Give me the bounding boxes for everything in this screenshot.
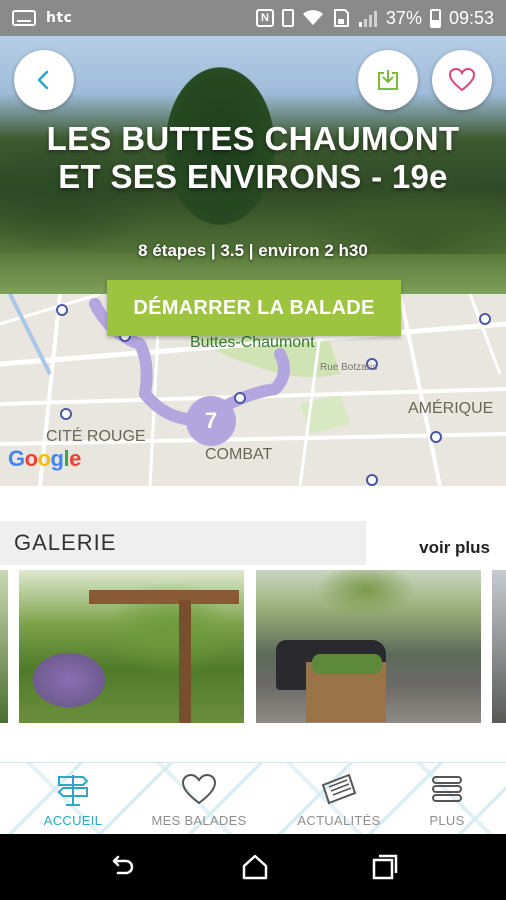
- gallery-photo[interactable]: [19, 570, 244, 723]
- recents-icon[interactable]: [370, 852, 400, 882]
- gallery-title: GALERIE: [0, 521, 366, 565]
- keyboard-icon: [12, 10, 36, 26]
- map-label-amerique: AMÉRIQUE: [408, 400, 494, 417]
- favorite-button[interactable]: [432, 50, 492, 110]
- hero-image: LES BUTTES CHAUMONT ET SES ENVIRONS - 19…: [0, 36, 506, 294]
- chevron-left-icon: [37, 70, 49, 90]
- heart-icon: [448, 67, 476, 92]
- sd-icon: [333, 9, 349, 27]
- back-button[interactable]: [14, 50, 74, 110]
- wifi-icon: [302, 10, 323, 25]
- signpost-icon: [57, 775, 89, 806]
- download-button[interactable]: [358, 50, 418, 110]
- nav-label: MES BALADES: [151, 813, 247, 828]
- download-icon: [378, 70, 398, 90]
- map-label-park: Buttes-Chaumont: [190, 334, 315, 351]
- nav-label: ACTUALITÉS: [297, 813, 381, 828]
- map-label-combat: COMBAT: [205, 446, 273, 463]
- gallery-photo[interactable]: [256, 570, 481, 723]
- carrier-name: htc: [46, 10, 73, 26]
- page-title: LES BUTTES CHAUMONT ET SES ENVIRONS - 19…: [0, 120, 506, 196]
- map-label-cite-rouge: CITÉ ROUGE: [46, 428, 146, 445]
- map-label-street: Rue Botzaris: [320, 362, 378, 373]
- home-icon[interactable]: [240, 852, 270, 882]
- start-walk-button[interactable]: DÉMARRER LA BALADE: [107, 280, 401, 336]
- system-navigation-bar: [0, 834, 506, 900]
- vibrate-icon: [281, 9, 294, 27]
- nav-item-mes-balades[interactable]: MES BALADES: [136, 763, 262, 835]
- walk-meta: 8 étapes | 3.5 | environ 2 h30: [138, 241, 368, 260]
- signal-icon: [358, 11, 377, 27]
- newspaper-icon: [321, 773, 357, 805]
- nav-item-plus[interactable]: PLUS: [384, 763, 506, 835]
- google-logo: Google: [8, 446, 81, 471]
- nav-item-accueil[interactable]: ACCUEIL: [10, 763, 136, 835]
- battery-percent: 37%: [385, 7, 422, 28]
- gallery-photo[interactable]: [0, 570, 8, 723]
- route-step-marker[interactable]: 7: [186, 396, 236, 446]
- back-icon[interactable]: [106, 852, 136, 882]
- menu-icon: [432, 776, 462, 802]
- battery-icon: [429, 8, 441, 28]
- nav-label: PLUS: [429, 813, 465, 828]
- clock: 09:53: [448, 7, 494, 28]
- bottom-navigation: ACCUEIL MES BALADES ACTUALITÉS PLUS: [0, 762, 506, 834]
- page-title-line2: ET SES ENVIRONS - 19e: [58, 158, 448, 195]
- heart-icon: [181, 773, 217, 805]
- gallery-photo[interactable]: [492, 570, 506, 723]
- nfc-icon: N: [255, 9, 274, 27]
- nav-label: ACCUEIL: [43, 813, 103, 828]
- status-bar: htc N 37% 09:53: [0, 0, 506, 36]
- page-title-line1: LES BUTTES CHAUMONT: [46, 120, 460, 157]
- see-more-link[interactable]: voir plus: [419, 538, 490, 558]
